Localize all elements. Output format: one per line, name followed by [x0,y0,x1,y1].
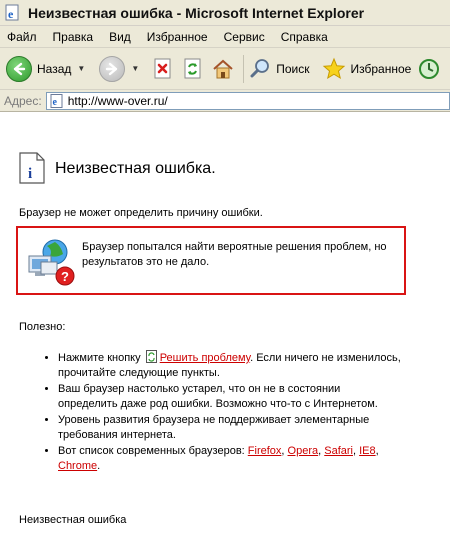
list-item: Ваш браузер настолько устарел, что он не… [58,382,421,412]
network-error-icon: ? [28,239,75,286]
refresh-button[interactable] [181,57,205,81]
menu-view[interactable]: Вид [101,30,139,44]
search-label: Поиск [276,61,310,76]
menu-bar: Файл Правка Вид Избранное Сервис Справка [0,26,450,48]
svg-text:i: i [28,166,32,182]
error-subtitle: Браузер не может определить причину ошиб… [19,207,263,219]
back-dropdown-icon[interactable]: ▼ [77,64,85,73]
tips-list: Нажмите кнопку Решить проблему. Если нич… [41,350,421,475]
search-button[interactable]: Поиск [249,52,310,86]
list-item: Нажмите кнопку Решить проблему. Если нич… [58,350,421,381]
svg-text:?: ? [61,269,69,284]
forward-dropdown-icon[interactable]: ▼ [131,64,139,73]
favorites-button[interactable]: Избранное [322,52,412,86]
page-footer: Неизвестная ошибка [19,514,127,526]
alert-text-line2: результатов это не дало. [82,256,210,268]
tip3-text-line1: Уровень развития браузера не поддерживае… [58,414,370,426]
toolbar: Назад ▼ ▼ Поиск Избранное [0,48,450,90]
window-title: Неизвестная ошибка - Microsoft Internet … [28,4,365,21]
safari-link[interactable]: Safari [324,445,353,457]
tip3-text-line2: требования интернета. [58,429,176,441]
stop-button[interactable] [151,57,175,81]
search-icon [250,58,270,77]
ie8-link[interactable]: IE8 [359,445,376,457]
menu-help[interactable]: Справка [273,30,336,44]
svg-text:e: e [8,7,14,21]
info-document-icon: i [19,152,45,184]
tip1-text-after: . Если ничего не изменилось, [250,352,401,364]
star-icon [322,57,345,79]
tip1-text-before: Нажмите кнопку [58,352,141,364]
svg-text:e: e [52,97,57,108]
firefox-link[interactable]: Firefox [248,445,282,457]
alert-text-line1: Браузер попытался найти вероятные решени… [82,241,387,253]
back-label: Назад [37,61,72,76]
url-input[interactable] [67,93,428,108]
alert-box: ? Браузер попытался найти вероятные реше… [16,226,406,295]
title-bar: e Неизвестная ошибка - Microsoft Interne… [0,0,450,26]
diagnose-problems-link[interactable]: Решить проблему [160,352,250,364]
tip2-text-line2: определить даже род ошибки. Возможно что… [58,398,378,410]
diagnose-icon [145,350,157,363]
back-arrow-icon [6,55,32,82]
home-button[interactable] [211,57,235,81]
favorites-label: Избранное [350,61,412,76]
forward-arrow-icon [99,55,126,82]
tip2-text-line1: Ваш браузер настолько устарел, что он не… [58,383,341,395]
address-bar: Адрес: e [0,90,450,112]
opera-link[interactable]: Opera [288,445,319,457]
error-heading: i Неизвестная ошибка. [19,152,216,184]
list-item: Вот список современных браузеров: Firefo… [58,444,421,474]
chrome-link[interactable]: Chrome [58,460,97,472]
history-icon [419,58,440,79]
useful-label: Полезно: [19,321,66,333]
page-title: Неизвестная ошибка. [55,159,216,177]
history-button[interactable] [417,57,441,81]
menu-file[interactable]: Файл [0,30,45,44]
back-button[interactable]: Назад ▼ [6,52,85,86]
home-icon [213,59,233,78]
address-label: Адрес: [4,93,42,108]
page-icon: e [50,93,63,108]
list-item: Уровень развития браузера не поддерживае… [58,413,421,443]
menu-tools[interactable]: Сервис [216,30,273,44]
menu-favorites[interactable]: Избранное [139,30,216,44]
refresh-icon [184,58,201,78]
alert-text: Браузер попытался найти вероятные решени… [82,240,398,270]
menu-edit[interactable]: Правка [45,30,102,44]
forward-button[interactable]: ▼ [99,52,139,86]
page-content: i Неизвестная ошибка. Браузер не может о… [0,113,450,548]
address-field[interactable]: e [45,91,450,110]
toolbar-separator [243,54,245,83]
internet-explorer-icon: e [5,4,19,21]
tip4-text-before: Вот список современных браузеров: [58,445,245,457]
tip1-text-line2: прочитайте следующие пункты. [58,367,220,379]
stop-icon [154,58,171,78]
